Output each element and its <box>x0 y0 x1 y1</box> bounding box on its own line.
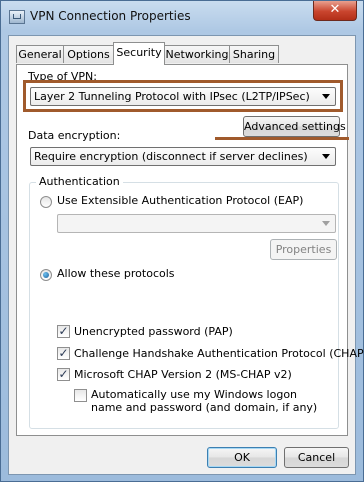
annotation-underline <box>215 137 349 140</box>
properties-button[interactable]: Properties <box>270 239 337 260</box>
tab-security[interactable]: Security <box>113 42 165 65</box>
security-tab-panel: Type of VPN: Layer 2 Tunneling Protocol … <box>16 64 364 436</box>
chevron-down-icon <box>322 154 330 159</box>
dialog-client-area: General Options Security Networking Shar… <box>8 35 364 475</box>
chap-checkbox[interactable]: ✓ <box>57 347 70 360</box>
close-button[interactable]: ✕ <box>313 1 357 21</box>
eap-method-dropdown[interactable] <box>57 214 336 233</box>
data-encryption-label: Data encryption: <box>28 129 121 142</box>
vpn-properties-dialog: VPN Connection Properties ✕ General Opti… <box>0 0 364 482</box>
tab-sharing[interactable]: Sharing <box>229 45 279 63</box>
data-encryption-value: Require encryption (disconnect if server… <box>34 150 308 163</box>
network-connection-icon <box>9 10 25 24</box>
pap-label: Unencrypted password (PAP) <box>74 325 233 338</box>
eap-radio[interactable] <box>40 196 52 208</box>
chevron-down-icon <box>322 221 330 226</box>
cancel-button[interactable]: Cancel <box>284 447 349 468</box>
annotation-highlight-box <box>23 80 343 112</box>
window-title: VPN Connection Properties <box>30 9 191 23</box>
ok-button[interactable]: OK <box>207 447 277 468</box>
authentication-legend: Authentication <box>36 175 123 188</box>
data-encryption-dropdown[interactable]: Require encryption (disconnect if server… <box>30 147 336 166</box>
tab-options[interactable]: Options <box>63 45 114 63</box>
pap-checkbox[interactable]: ✓ <box>57 325 70 338</box>
mschap-checkbox[interactable]: ✓ <box>57 368 70 381</box>
allow-protocols-radio[interactable] <box>40 269 52 281</box>
mschap-label: Microsoft CHAP Version 2 (MS-CHAP v2) <box>74 368 292 381</box>
advanced-settings-button[interactable]: Advanced settings <box>243 116 346 137</box>
tab-networking[interactable]: Networking <box>164 45 230 63</box>
autologon-checkbox[interactable] <box>74 389 87 402</box>
title-bar[interactable]: VPN Connection Properties ✕ <box>1 1 363 35</box>
chap-label: Challenge Handshake Authentication Proto… <box>74 347 364 360</box>
allow-protocols-label: Allow these protocols <box>57 267 175 280</box>
tab-general[interactable]: General <box>16 45 64 63</box>
eap-radio-label: Use Extensible Authentication Protocol (… <box>57 194 304 207</box>
autologon-label: Automatically use my Windows logon name … <box>91 388 318 414</box>
